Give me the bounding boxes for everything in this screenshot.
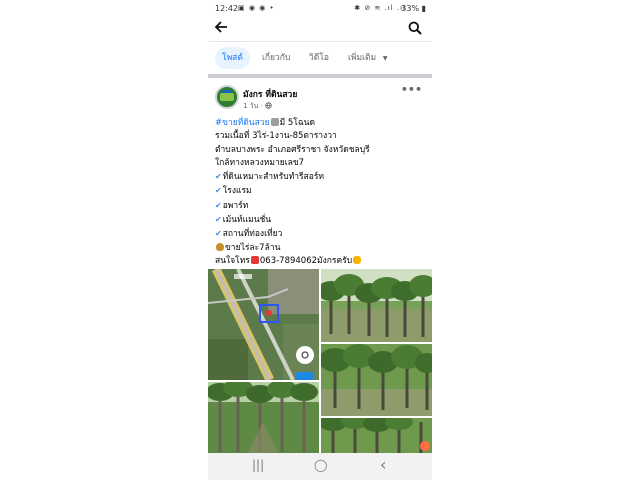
pray-icon	[353, 255, 362, 264]
post-time[interactable]: 1 วัน	[243, 102, 258, 110]
tab-more[interactable]: เพิ่มเติม ▼	[341, 47, 394, 69]
check-icon: ✔	[215, 172, 222, 182]
tab-about[interactable]: เกี่ยวกับ	[255, 47, 297, 69]
page-name[interactable]: มังกร ที่ดินสวย	[243, 87, 297, 101]
tree-photo[interactable]	[208, 382, 319, 453]
page-tabs: โพสต์ เกี่ยวกับ วิดีโอ เพิ่มเติม ▼	[208, 47, 432, 71]
map-photo[interactable]	[208, 269, 319, 380]
price-text: ขายไร่ละ7ล้าน	[225, 242, 281, 253]
contact-text: สนใจโทร	[215, 255, 250, 266]
notification-icons: ▣ ◉ ◉ •	[238, 4, 275, 12]
avatar[interactable]	[215, 85, 239, 109]
divider	[208, 41, 432, 42]
home-button[interactable]: ◯	[314, 458, 327, 472]
android-nav-bar: ||| ◯ ‹	[208, 453, 432, 480]
signal-icons: ✱ ⊘ ≋ .ıl .ıl	[354, 4, 406, 12]
check-icon: ✔	[215, 200, 222, 210]
palm-photo[interactable]	[321, 418, 432, 453]
post-line-text: มี 5โฉนด	[279, 118, 315, 128]
check-item: ✔โรงแรม	[215, 184, 429, 198]
phone-number[interactable]: 063-7894062มังกรครับ	[260, 256, 352, 266]
chevron-down-icon: ▼	[382, 55, 388, 62]
status-bar: 12:42 ▣ ◉ ◉ • ✱ ⊘ ≋ .ıl .ıl 33% ▮	[208, 0, 432, 18]
check-item-text: โรงแรม	[222, 186, 252, 197]
post-line: รวมเนื้อที่ 3ไร่-1งาน-85ตารางวา	[215, 131, 337, 142]
check-item-text: เม้นท์แมนชั่น	[222, 215, 272, 226]
palm-photo[interactable]	[321, 269, 432, 342]
arrow-left-icon[interactable]	[214, 19, 228, 38]
status-time: 12:42	[215, 4, 239, 13]
tab-posts[interactable]: โพสต์	[215, 47, 250, 69]
back-button[interactable]: ‹	[380, 455, 386, 474]
money-bag-icon	[216, 242, 224, 251]
check-icon: ✔	[215, 229, 222, 239]
price-line: ขายไร่ละ7ล้าน	[215, 242, 429, 255]
post-text: #ขายที่ดินสวย มี 5โฉนด รวมเนื้อที่ 3ไร่-1…	[215, 117, 429, 268]
hashtag-link[interactable]: #ขายที่ดินสวย	[215, 118, 270, 128]
post-options-button[interactable]: •••	[401, 83, 422, 96]
check-icon: ✔	[215, 186, 222, 196]
check-item-text: ที่ดินเหมาะสำหรับทำรีสอร์ท	[222, 172, 325, 183]
palm-photo[interactable]	[321, 344, 432, 416]
check-item: ✔สถานที่ท่องเที่ยว	[215, 227, 429, 241]
check-item: ✔อพาร์ท	[215, 199, 429, 213]
tab-videos[interactable]: วิดีโอ	[302, 47, 336, 69]
telephone-icon	[250, 255, 259, 264]
post-meta: 1 วัน ·	[243, 101, 272, 112]
check-item: ✔ที่ดินเหมาะสำหรับทำรีสอร์ท	[215, 170, 429, 184]
globe-icon	[265, 102, 272, 109]
check-icon: ✔	[215, 215, 222, 225]
emoji-icon	[270, 118, 279, 126]
check-item-text: สถานที่ท่องเที่ยว	[222, 229, 283, 240]
section-separator	[208, 74, 432, 78]
battery-indicator: 33% ▮	[401, 4, 426, 13]
photo-grid	[208, 269, 432, 453]
top-bar	[208, 18, 432, 40]
post-header: มังกร ที่ดินสวย 1 วัน · •••	[208, 82, 432, 116]
phone-screen: 12:42 ▣ ◉ ◉ • ✱ ⊘ ≋ .ıl .ıl 33% ▮ โพสต์ …	[208, 0, 432, 480]
search-icon[interactable]	[408, 20, 424, 36]
recent-apps-button[interactable]: |||	[252, 458, 264, 472]
post-line: ตำบลบางพระ อำเภอศรีราชา จังหวัดชลบุรี	[215, 144, 370, 155]
contact-line: สนใจโทร 063-7894062มังกรครับ	[215, 255, 429, 268]
check-item-text: อพาร์ท	[222, 200, 249, 211]
tab-more-label: เพิ่มเติม	[348, 53, 377, 63]
check-item: ✔เม้นท์แมนชั่น	[215, 213, 429, 227]
post-line: ใกล้ทางหลวงหมายเลข7	[215, 157, 305, 168]
post-line: #ขายที่ดินสวย มี 5โฉนด	[215, 117, 429, 130]
